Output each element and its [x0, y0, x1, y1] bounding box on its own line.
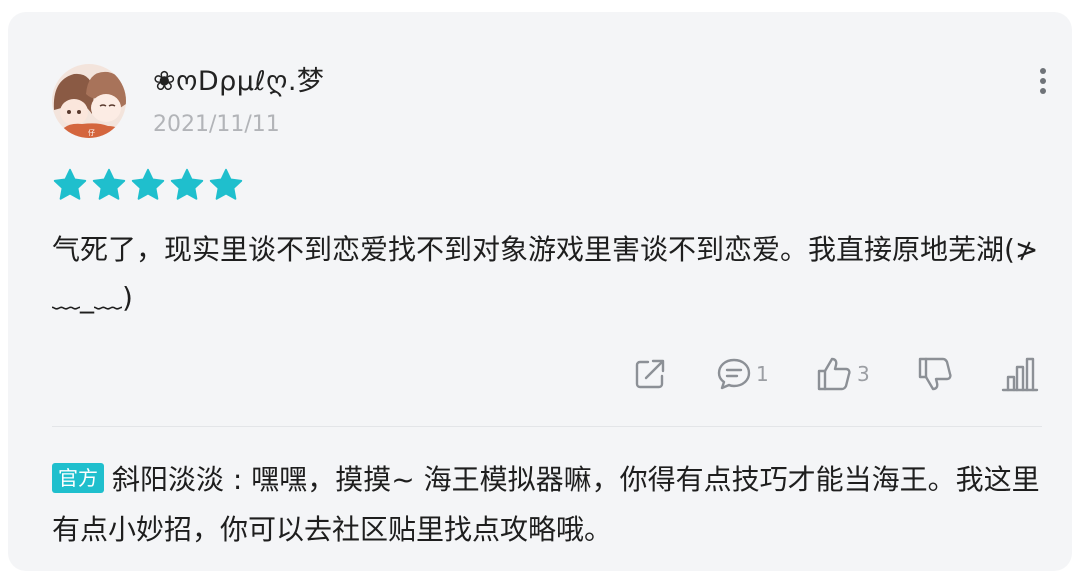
- star-icon: [131, 168, 165, 200]
- comment-button[interactable]: 1: [716, 350, 769, 398]
- avatar[interactable]: 仔: [52, 64, 126, 138]
- star-icon: [209, 168, 243, 200]
- reply-author[interactable]: 斜阳淡淡: [112, 463, 224, 496]
- official-badge: 官方: [52, 463, 104, 493]
- reply-separator: :: [224, 463, 252, 496]
- svg-text:仔: 仔: [88, 128, 95, 137]
- share-button[interactable]: [632, 350, 668, 398]
- review-card: 仔 ❀ოDρμℓღ.梦 2021/11/11 气死了，现实里谈不到恋爱找不到对象…: [8, 12, 1072, 571]
- bar-chart-icon: [1001, 357, 1039, 392]
- star-icon: [53, 168, 87, 200]
- star-rating: [52, 167, 244, 203]
- official-reply: 官方 斜阳淡淡 : 嘿嘿，摸摸~ 海王模拟器嘛，你得有点技巧才能当海王。我这里有点…: [52, 455, 1042, 555]
- action-bar: 1 3: [52, 350, 1042, 398]
- comment-icon: [717, 358, 751, 390]
- review-text: 气死了，现实里谈不到恋爱找不到对象游戏里害谈不到恋爱。我直接原地芜湖(≯﹏_﹏): [52, 233, 1039, 314]
- dislike-button[interactable]: [916, 350, 954, 398]
- divider: [52, 426, 1042, 427]
- avatar-image: 仔: [52, 64, 126, 138]
- review-date: 2021/11/11: [153, 112, 280, 137]
- thumbs-down-icon: [918, 357, 952, 391]
- star-icon: [92, 168, 126, 200]
- stats-button[interactable]: [1000, 350, 1040, 398]
- like-count: 3: [857, 362, 870, 386]
- comment-count: 1: [756, 362, 769, 386]
- username[interactable]: ❀ოDρμℓღ.梦: [153, 64, 324, 100]
- more-vertical-icon[interactable]: [1030, 66, 1056, 96]
- like-button[interactable]: 3: [815, 350, 870, 398]
- star-icon: [170, 168, 204, 200]
- share-icon: [635, 359, 665, 389]
- thumbs-up-icon: [817, 357, 851, 391]
